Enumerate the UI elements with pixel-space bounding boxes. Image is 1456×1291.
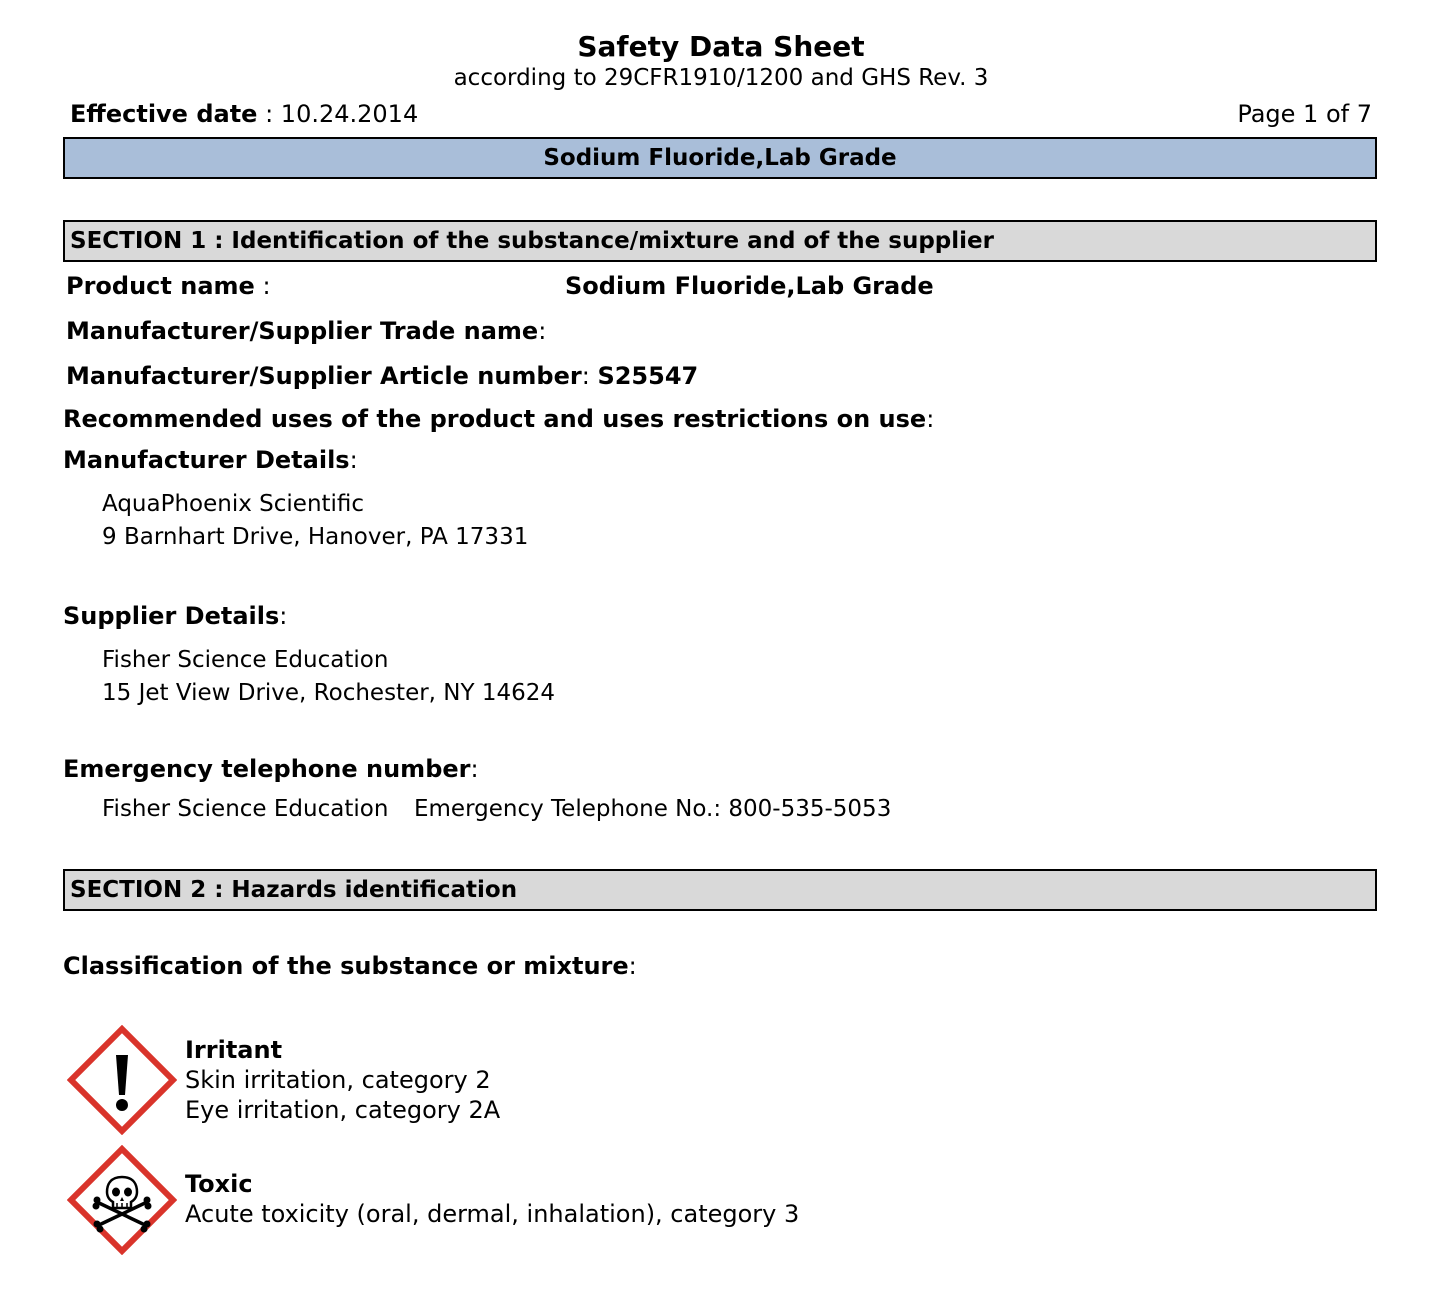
effective-date: Effective date : 10.24.2014: [70, 100, 418, 128]
supplier-details-label: Supplier Details: [63, 602, 280, 630]
classification-row: Classification of the substance or mixtu…: [63, 952, 637, 980]
skull-crossbones-pictogram-icon: [66, 1144, 178, 1256]
effective-date-label: Effective date: [70, 100, 258, 128]
trade-name-separator: :: [538, 317, 547, 345]
hazard-line: Skin irritation, category 2: [185, 1066, 491, 1094]
product-name-label: Product name: [66, 272, 255, 300]
emergency-telephone-row: Emergency telephone number:: [63, 755, 479, 783]
hazard-title-toxic: Toxic: [185, 1170, 253, 1198]
article-number-label: Manufacturer/Supplier Article number: [66, 362, 582, 390]
recommended-uses-label: Recommended uses of the product and uses…: [63, 405, 927, 433]
effective-date-separator: :: [257, 100, 281, 128]
manufacturer-name: AquaPhoenix Scientific: [102, 491, 365, 517]
section-1-heading: SECTION 1 : Identification of the substa…: [63, 220, 1377, 262]
product-banner-text: Sodium Fluoride,Lab Grade: [543, 145, 897, 171]
emergency-contact-name: Fisher Science Education: [102, 796, 389, 822]
document-subtitle: according to 29CFR1910/1200 and GHS Rev.…: [453, 65, 989, 91]
trade-name-row: Manufacturer/Supplier Trade name:: [66, 317, 546, 345]
section-2-heading: SECTION 2 : Hazards identification: [63, 869, 1377, 911]
classification-label: Classification of the substance or mixtu…: [63, 952, 629, 980]
product-name-row: Product name :: [66, 272, 271, 300]
section-2-heading-text: SECTION 2 : Hazards identification: [70, 877, 518, 903]
supplier-name: Fisher Science Education: [102, 647, 389, 673]
emergency-telephone-label: Emergency telephone number: [63, 755, 471, 783]
recommended-uses-row: Recommended uses of the product and uses…: [63, 405, 934, 433]
manufacturer-details-label: Manufacturer Details: [63, 446, 350, 474]
product-banner: Sodium Fluoride,Lab Grade: [63, 137, 1377, 179]
page-number: Page 1 of 7: [1237, 100, 1372, 128]
emergency-telephone-number: Emergency Telephone No.: 800-535-5053: [414, 796, 892, 822]
effective-date-value: 10.24.2014: [280, 100, 419, 128]
recommended-uses-separator: :: [926, 405, 935, 433]
product-name-separator: :: [254, 272, 271, 300]
classification-separator: :: [628, 952, 637, 980]
manufacturer-details-row: Manufacturer Details:: [63, 446, 358, 474]
manufacturer-address: 9 Barnhart Drive, Hanover, PA 17331: [102, 524, 529, 550]
supplier-address: 15 Jet View Drive, Rochester, NY 14624: [102, 680, 556, 706]
article-number-row: Manufacturer/Supplier Article number: S2…: [66, 362, 698, 390]
trade-name-label: Manufacturer/Supplier Trade name: [66, 317, 539, 345]
document-title: Safety Data Sheet: [577, 30, 865, 63]
product-name-value: Sodium Fluoride,Lab Grade: [565, 272, 934, 300]
hazard-title-irritant: Irritant: [185, 1036, 283, 1064]
article-number-separator: :: [581, 362, 598, 390]
supplier-details-separator: :: [279, 602, 288, 630]
emergency-telephone-separator: :: [470, 755, 479, 783]
section-1-heading-text: SECTION 1 : Identification of the substa…: [70, 228, 994, 254]
supplier-details-row: Supplier Details:: [63, 602, 287, 630]
hazard-line: Eye irritation, category 2A: [185, 1096, 501, 1124]
hazard-line: Acute toxicity (oral, dermal, inhalation…: [185, 1200, 800, 1228]
article-number-value: S25547: [597, 362, 699, 390]
exclamation-mark-pictogram-icon: [66, 1024, 178, 1136]
manufacturer-details-separator: :: [349, 446, 358, 474]
